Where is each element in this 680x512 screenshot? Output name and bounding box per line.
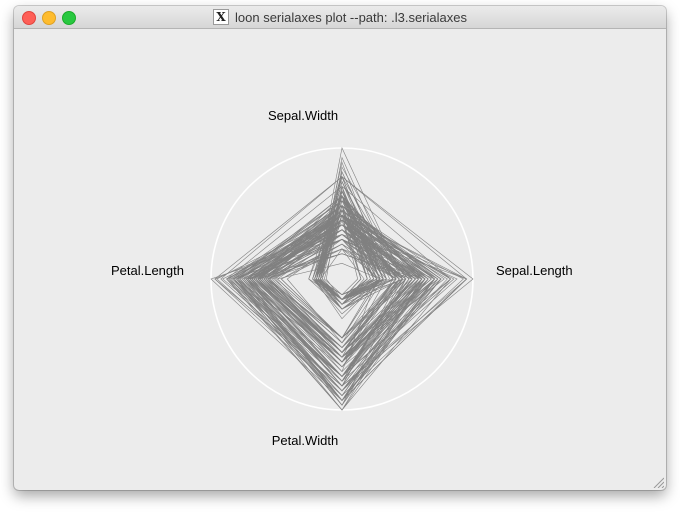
window-title: loon serialaxes plot --path: .l3.seriala… (235, 9, 467, 25)
x11-icon: X (213, 9, 230, 25)
app-window: X loon serialaxes plot --path: .l3.seria… (14, 6, 666, 490)
title-bar[interactable]: X loon serialaxes plot --path: .l3.seria… (14, 6, 666, 29)
axis-label-sepal-length: Sepal.Length (496, 263, 573, 278)
serialaxes-plot-canvas[interactable]: Sepal.Width Sepal.Length Petal.Length Pe… (14, 29, 666, 490)
resize-grip-icon[interactable] (652, 476, 664, 488)
radar-lines-group (210, 147, 474, 411)
radar-line-131[interactable] (226, 224, 458, 382)
axis-label-petal-length: Petal.Length (111, 263, 184, 278)
axis-label-sepal-width: Sepal.Width (268, 108, 338, 123)
title-wrap: X loon serialaxes plot --path: .l3.seria… (14, 6, 666, 28)
axis-label-petal-width: Petal.Width (272, 433, 338, 448)
